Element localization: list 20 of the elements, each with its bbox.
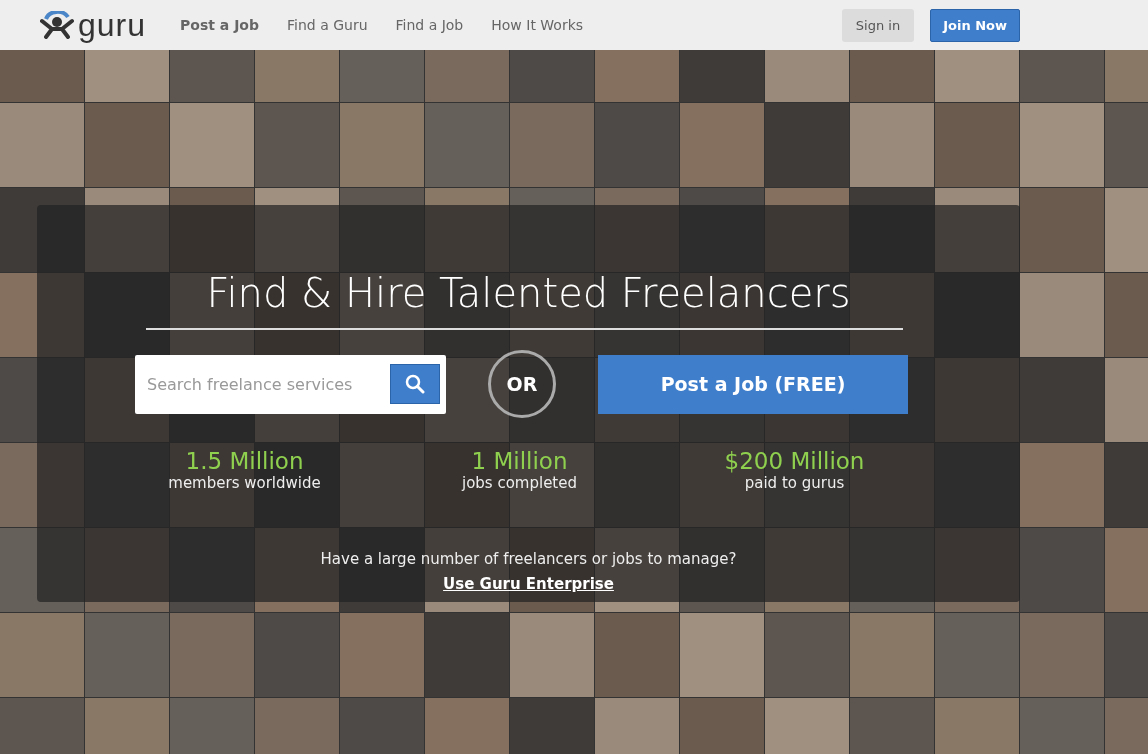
search-button[interactable] <box>390 363 440 404</box>
join-now-button[interactable]: Join Now <box>930 8 1020 42</box>
post-job-button[interactable]: Post a Job (FREE) <box>598 354 908 414</box>
stat-label: jobs completed <box>461 474 577 492</box>
nav-link[interactable]: How It Works <box>491 17 584 33</box>
stat-value: 1.5 Million <box>185 448 304 474</box>
search-icon <box>405 373 425 394</box>
nav-link[interactable]: Find a Guru <box>287 17 368 33</box>
logo-icon <box>40 11 76 39</box>
stat-value: 1 Million <box>471 448 568 474</box>
enterprise-prompt: Have a large number of freelancers or jobs to manage? <box>320 550 737 568</box>
enterprise-link[interactable]: Use Guru Enterprise <box>443 575 614 593</box>
stat-label: paid to gurus <box>744 474 845 492</box>
logo-wordmark[interactable]: guru <box>78 9 147 41</box>
nav-link[interactable]: Post a Job <box>180 17 259 33</box>
stat-value: $200 Million <box>724 448 865 474</box>
stat-label: members worldwide <box>168 474 321 492</box>
sign-in-button[interactable]: Sign in <box>841 8 915 42</box>
hero-title: Find & Hire Talented Freelancers <box>206 269 851 318</box>
nav-link[interactable]: Find a Job <box>395 17 464 33</box>
